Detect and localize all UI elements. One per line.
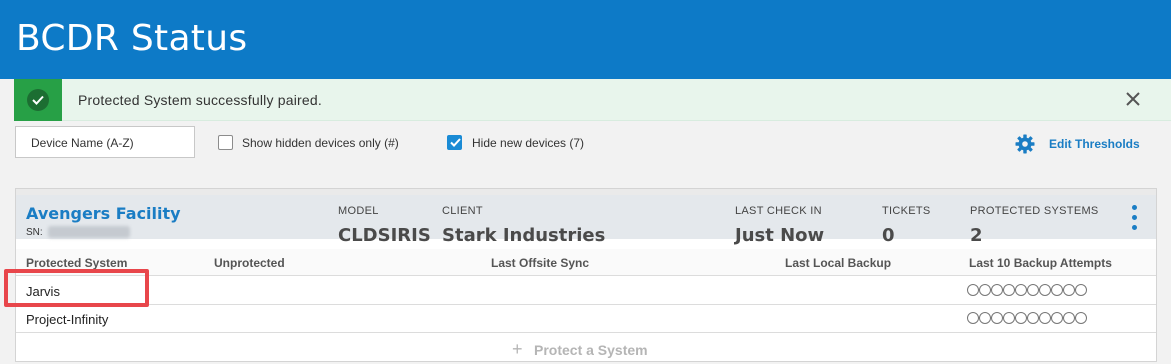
show-hidden-label: Show hidden devices only (#)	[242, 136, 399, 150]
protect-system-label: Protect a System	[534, 342, 648, 358]
backup-attempt-indicator	[1063, 284, 1075, 296]
backup-attempt-indicator	[1075, 284, 1087, 296]
model-value: CLDSIRIS	[338, 225, 431, 246]
gear-icon	[1015, 134, 1035, 159]
edit-thresholds-label: Edit Thresholds	[1049, 137, 1140, 151]
backup-attempt-indicator	[991, 284, 1003, 296]
system-name[interactable]: Jarvis	[26, 284, 60, 299]
backup-attempt-indicator	[979, 284, 991, 296]
show-hidden-checkbox[interactable]	[218, 135, 233, 150]
backup-attempt-indicator	[1003, 284, 1015, 296]
device-header: Avengers Facility SN: MODEL CLDSIRIS CLI…	[16, 195, 1156, 246]
col-protected-system: Protected System	[26, 256, 128, 270]
client-label: CLIENT	[442, 205, 483, 217]
backup-attempt-indicator	[967, 312, 979, 324]
table-row[interactable]: Project-Infinity	[16, 305, 1156, 333]
backup-attempts	[967, 284, 1087, 298]
table-header: Protected System Unprotected Last Offsit…	[16, 249, 1156, 276]
backup-attempt-indicator	[1063, 312, 1075, 324]
table-row[interactable]: Jarvis	[16, 277, 1156, 305]
system-name[interactable]: Project-Infinity	[26, 312, 108, 327]
backup-attempt-indicator	[967, 284, 979, 296]
backup-attempt-indicator	[1051, 312, 1063, 324]
app-header: BCDR Status	[0, 0, 1171, 79]
hide-new-checkbox[interactable]	[447, 135, 462, 150]
col-last-10-attempts: Last 10 Backup Attempts	[969, 256, 1112, 270]
model-label: MODEL	[338, 205, 379, 217]
toast-status-bar	[14, 79, 62, 121]
kebab-icon[interactable]	[1129, 205, 1141, 233]
col-last-offsite-sync: Last Offsite Sync	[491, 256, 590, 270]
serial-number-redacted	[48, 226, 130, 238]
toast-message: Protected System successfully paired.	[78, 92, 322, 108]
backup-attempt-indicator	[1039, 284, 1051, 296]
backup-attempt-indicator	[979, 312, 991, 324]
backup-attempt-indicator	[1027, 312, 1039, 324]
last-checkin-value: Just Now	[735, 225, 825, 246]
backup-attempt-indicator	[1003, 312, 1015, 324]
backup-attempt-indicator	[1075, 312, 1087, 324]
page-title: BCDR Status	[16, 18, 248, 59]
success-toast: Protected System successfully paired.	[14, 79, 1171, 121]
check-circle-icon	[27, 89, 49, 111]
device-card: Avengers Facility SN: MODEL CLDSIRIS CLI…	[15, 188, 1157, 362]
last-checkin-label: LAST CHECK IN	[735, 205, 822, 217]
backup-attempt-indicator	[1027, 284, 1039, 296]
backup-attempts	[967, 312, 1087, 326]
col-last-local-backup: Last Local Backup	[785, 256, 892, 270]
protected-systems-label: PROTECTED SYSTEMS	[970, 205, 1099, 217]
col-unprotected: Unprotected	[214, 256, 285, 270]
tickets-label: TICKETS	[882, 205, 931, 217]
sort-dropdown[interactable]: Device Name (A-Z)	[15, 126, 195, 158]
serial-label: SN:	[26, 227, 43, 238]
device-name-link[interactable]: Avengers Facility	[26, 204, 181, 223]
backup-attempt-indicator	[1051, 284, 1063, 296]
client-value: Stark Industries	[442, 225, 606, 246]
backup-attempt-indicator	[1039, 312, 1051, 324]
backup-attempt-indicator	[1015, 284, 1027, 296]
backup-attempt-indicator	[991, 312, 1003, 324]
hide-new-label: Hide new devices (7)	[472, 136, 585, 150]
close-icon[interactable]	[1124, 90, 1142, 108]
backup-attempt-indicator	[1015, 312, 1027, 324]
plus-icon: +	[512, 339, 523, 359]
tickets-value: 0	[882, 225, 895, 246]
protected-systems-value: 2	[970, 225, 983, 246]
protect-system-button[interactable]: + Protect a System	[16, 336, 1156, 362]
